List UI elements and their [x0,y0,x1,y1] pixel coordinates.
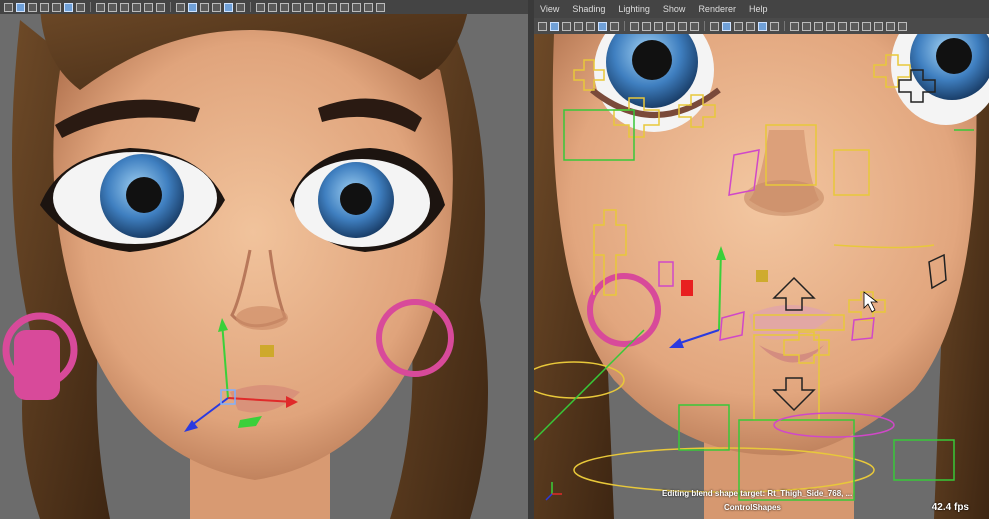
control-handle-yellow[interactable] [756,270,768,282]
hud-fps: 42.4 fps [931,502,969,513]
toolbar-separator [704,21,705,31]
antialias-icon[interactable] [328,2,337,12]
viewport-right[interactable]: View Shading Lighting Show Renderer Help [534,0,989,519]
pencil-icon[interactable] [76,2,85,12]
lock-camera-icon[interactable] [562,21,571,31]
toolbar-separator [784,21,785,31]
grid-icon[interactable] [96,2,105,12]
smooth-wireframe-icon[interactable] [304,2,313,12]
backface-icon[interactable] [826,21,835,31]
gate-mask-icon[interactable] [132,2,141,12]
smooth-shade-icon[interactable] [188,2,197,12]
field-chart-icon[interactable] [144,2,153,12]
viewport-left[interactable] [0,0,528,519]
lights-icon[interactable] [224,2,233,12]
safe-action-icon[interactable] [156,2,165,12]
resolution-gate-icon[interactable] [654,21,663,31]
grid-icon[interactable] [630,21,639,31]
pupil-left [632,40,672,80]
field-chart-icon[interactable] [678,21,687,31]
backface-icon[interactable] [292,2,301,12]
film-gate-icon[interactable] [108,2,117,12]
isolate-select-icon[interactable] [256,2,265,12]
toolbar-separator [170,2,171,12]
depth-of-field-icon[interactable] [340,2,349,12]
textured-icon[interactable] [212,2,221,12]
frame-icon[interactable] [598,21,607,31]
menu-help[interactable]: Help [749,4,768,14]
frame-icon[interactable] [64,2,73,12]
bookmark-icon[interactable] [574,21,583,31]
gate-mask-icon[interactable] [666,21,675,31]
camera-icon[interactable] [4,2,13,12]
ambient-occlusion-icon[interactable] [316,2,325,12]
gamma-icon[interactable] [364,2,373,12]
earring-left-band [14,330,60,400]
gamma-icon[interactable] [898,21,907,31]
select-camera-icon[interactable] [16,2,25,12]
image-plane-icon[interactable] [52,2,61,12]
menu-shading[interactable]: Shading [572,4,605,14]
viewport-menubar: View Shading Lighting Show Renderer Help [534,0,989,18]
exposure-icon[interactable] [352,2,361,12]
menu-renderer[interactable]: Renderer [698,4,736,14]
smooth-shade-icon[interactable] [722,21,731,31]
film-gate-icon[interactable] [642,21,651,31]
hud-status-message: Editing blend shape target: Rt_Thigh_Sid… [662,489,853,498]
nose-tip [236,306,288,330]
menu-view[interactable]: View [540,4,559,14]
ambient-occlusion-icon[interactable] [850,21,859,31]
shadows-icon[interactable] [236,2,245,12]
pupil-right [936,38,972,74]
xray-icon[interactable] [268,2,277,12]
antialias-icon[interactable] [862,21,871,31]
xray-icon[interactable] [802,21,811,31]
xray-joints-icon[interactable] [280,2,289,12]
hud-layer-name: ControlShapes [724,503,781,512]
isolate-select-icon[interactable] [790,21,799,31]
shadows-icon[interactable] [770,21,779,31]
control-handle-chin[interactable] [260,345,274,357]
menu-lighting[interactable]: Lighting [618,4,650,14]
toolbar-separator [250,2,251,12]
viewport-left-toolbar [0,0,528,14]
depth-of-field-icon[interactable] [874,21,883,31]
shaded-wireframe-icon[interactable] [200,2,209,12]
exposure-icon[interactable] [886,21,895,31]
lock-camera-icon[interactable] [28,2,37,12]
menu-show[interactable]: Show [663,4,686,14]
wireframe-icon[interactable] [176,2,185,12]
bookmark-icon[interactable] [40,2,49,12]
character-closeup-view[interactable] [534,0,989,519]
toolbar-separator [90,2,91,12]
shaded-wireframe-icon[interactable] [734,21,743,31]
pupil-left [126,177,162,213]
safe-action-icon[interactable] [690,21,699,31]
character-front-view[interactable] [0,0,528,519]
camera-icon[interactable] [538,21,547,31]
control-handle-red[interactable] [681,280,693,296]
lights-icon[interactable] [758,21,767,31]
xray-joints-icon[interactable] [814,21,823,31]
resolution-gate-icon[interactable] [120,2,129,12]
pencil-icon[interactable] [610,21,619,31]
toolbar-separator [624,21,625,31]
image-plane-icon[interactable] [586,21,595,31]
color-management-icon[interactable] [376,2,385,12]
viewport-right-toolbar [534,18,989,34]
textured-icon[interactable] [746,21,755,31]
pupil-right [340,183,372,215]
wireframe-icon[interactable] [710,21,719,31]
select-camera-icon[interactable] [550,21,559,31]
smooth-wireframe-icon[interactable] [838,21,847,31]
